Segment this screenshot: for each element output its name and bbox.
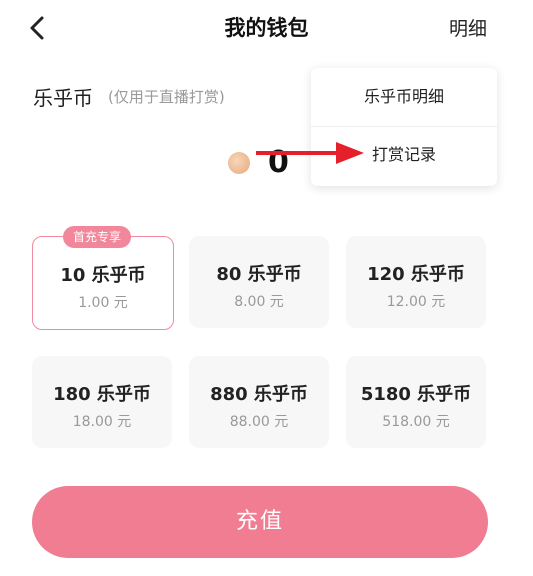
menu-item-coin-details[interactable]: 乐乎币明细 [311, 68, 497, 127]
annotation-arrow [256, 142, 364, 164]
package-price: 18.00 元 [72, 414, 132, 430]
package-5180-coins[interactable]: 5180 乐乎币 518.00 元 [346, 356, 486, 448]
package-price: 1.00 元 [78, 295, 128, 311]
recharge-button[interactable]: 充值 [32, 486, 488, 558]
package-price: 8.00 元 [234, 294, 284, 310]
header-bar: 我的钱包 明细 [0, 0, 533, 56]
package-coins: 10 乐乎币 [60, 265, 146, 286]
coin-icon [228, 152, 250, 174]
package-coins: 880 乐乎币 [210, 384, 308, 405]
detail-button[interactable]: 明细 [449, 14, 487, 41]
package-880-coins[interactable]: 880 乐乎币 88.00 元 [189, 356, 329, 448]
package-coins: 120 乐乎币 [367, 264, 465, 285]
coin-label: 乐乎币 [33, 86, 93, 110]
package-coins: 180 乐乎币 [53, 384, 151, 405]
coin-usage-note: (仅用于直播打赏) [108, 88, 225, 106]
package-120-coins[interactable]: 120 乐乎币 12.00 元 [346, 236, 486, 328]
package-price: 12.00 元 [386, 294, 446, 310]
package-10-coins[interactable]: 10 乐乎币 1.00 元 [32, 236, 174, 330]
first-recharge-badge: 首充专享 [63, 226, 132, 248]
package-price: 88.00 元 [229, 414, 289, 430]
package-80-coins[interactable]: 80 乐乎币 8.00 元 [189, 236, 329, 328]
package-180-coins[interactable]: 180 乐乎币 18.00 元 [32, 356, 172, 448]
package-price: 518.00 元 [382, 414, 450, 430]
package-coins: 80 乐乎币 [216, 264, 302, 285]
detail-dropdown-menu: 乐乎币明细 打赏记录 [311, 68, 497, 186]
package-coins: 5180 乐乎币 [360, 384, 472, 405]
